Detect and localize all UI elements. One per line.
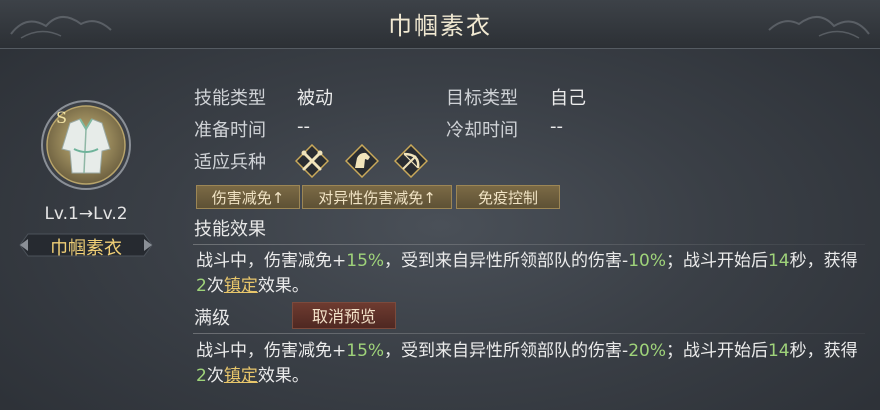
horse-icon[interactable] [345,144,379,178]
tag-immune-control: 免疫控制 [456,185,560,209]
cooldown-label: 冷却时间 [446,120,518,141]
target-type-value: 自己 [550,88,586,109]
skill-type-label: 技能类型 [194,88,266,109]
skill-icon[interactable]: S [40,99,132,191]
robe-icon: S [41,100,131,190]
keyword-link[interactable]: 镇定 [224,276,258,296]
divider [193,333,865,334]
tag-damage-reduction: 伤害减免↑ [196,185,300,209]
page-title: 巾帼素衣 [388,12,492,40]
tag-opposite-gender-reduction: 对异性伤害减免↑ [302,185,452,209]
prep-time-value: -- [297,116,310,137]
cooldown-value: -- [550,116,563,137]
max-level-title: 满级 [194,308,230,329]
divider [193,244,865,245]
effect-description: 战斗中，伤害减免+15%，受到来自异性所领部队的伤害-10%；战斗开始后14秒，… [196,251,858,296]
target-type-label: 目标类型 [446,88,518,109]
effect-title: 技能效果 [194,219,266,240]
crossed-swords-icon[interactable] [295,144,329,178]
keyword-link[interactable]: 镇定 [224,366,258,386]
unit-type-label: 适应兵种 [194,152,266,173]
skill-name: 巾帼素衣 [50,238,122,259]
skill-name-plate: 巾帼素衣 [18,232,154,259]
skill-grade: S [56,108,67,127]
skill-type-value: 被动 [297,88,333,109]
bow-icon[interactable] [394,144,428,178]
title-bar: 巾帼素衣 [0,0,880,49]
cloud-ornament-icon [768,16,870,39]
cancel-preview-button[interactable]: 取消预览 [292,302,396,329]
prep-time-label: 准备时间 [194,120,266,141]
skill-level: Lv.1→Lv.2 [44,204,128,224]
max-level-description: 战斗中，伤害减免+15%，受到来自异性所领部队的伤害-20%；战斗开始后14秒，… [196,341,858,386]
